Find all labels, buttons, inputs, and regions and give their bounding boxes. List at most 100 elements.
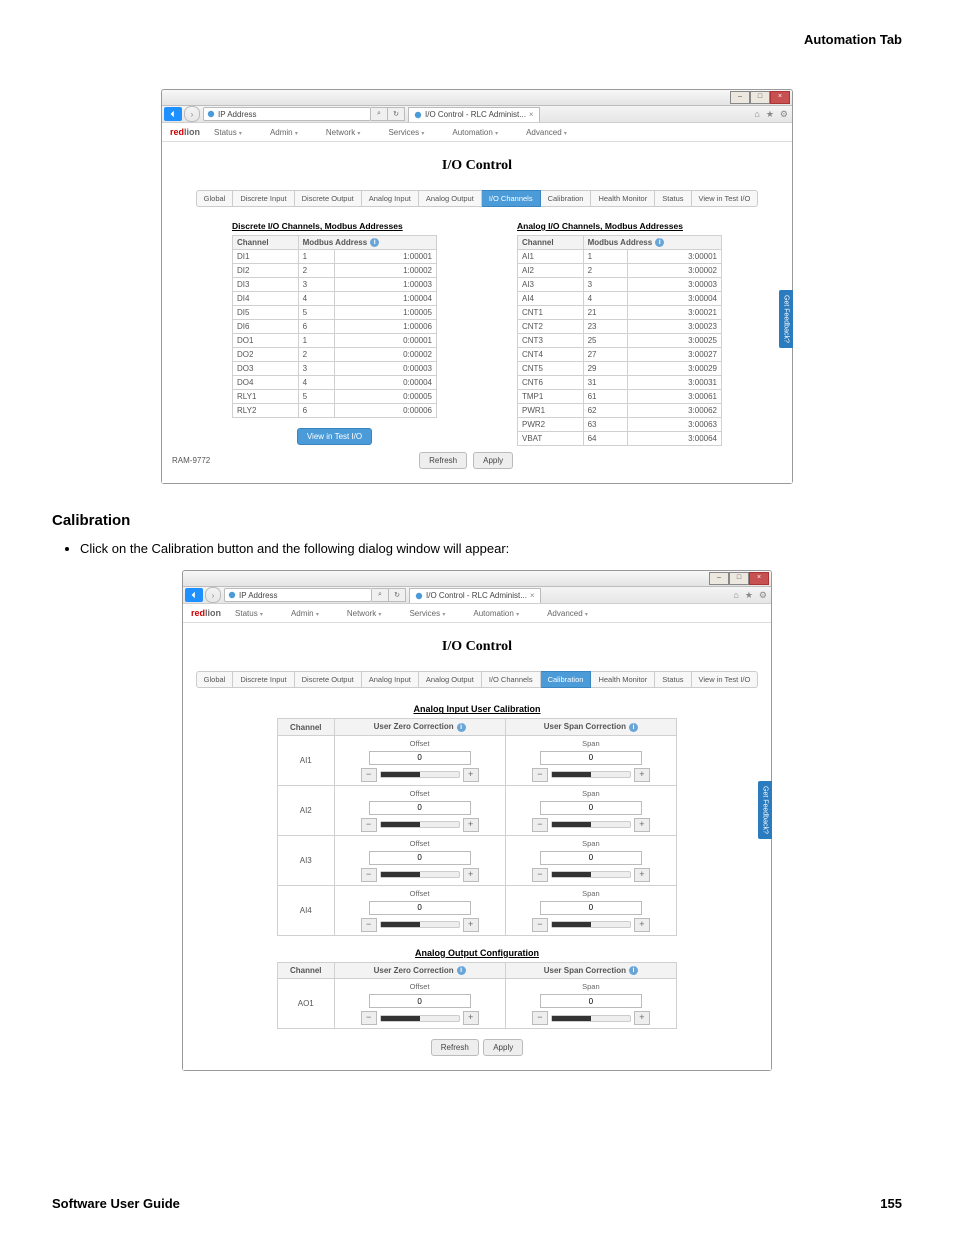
refresh-icon[interactable]: ↻ bbox=[388, 107, 405, 121]
slider-track[interactable] bbox=[380, 771, 460, 778]
subtab-status[interactable]: Status bbox=[655, 190, 691, 207]
menu-item[interactable]: Admin ▾ bbox=[270, 128, 298, 137]
menu-item[interactable]: Automation ▾ bbox=[452, 128, 498, 137]
subtab-view-in-test-i-o[interactable]: View in Test I/O bbox=[692, 190, 759, 207]
view-in-test-io-button[interactable]: View in Test I/O bbox=[297, 428, 372, 445]
subtab-analog-output[interactable]: Analog Output bbox=[419, 671, 482, 688]
tab-close-icon[interactable]: × bbox=[529, 110, 534, 119]
minimize-button[interactable]: – bbox=[709, 572, 729, 585]
subtab-discrete-input[interactable]: Discrete Input bbox=[233, 190, 294, 207]
home-icon[interactable]: ⌂ bbox=[733, 590, 738, 601]
tab-close-icon[interactable]: × bbox=[530, 591, 535, 600]
tools-icon[interactable]: ⚙ bbox=[780, 109, 788, 120]
increment-button[interactable]: + bbox=[634, 868, 650, 882]
address-field[interactable]: IP Address bbox=[224, 588, 372, 602]
subtab-calibration[interactable]: Calibration bbox=[541, 190, 592, 207]
nav-forward-button[interactable]: › bbox=[184, 106, 200, 122]
increment-button[interactable]: + bbox=[463, 1011, 479, 1025]
cal-value-input[interactable] bbox=[369, 751, 471, 765]
subtab-calibration[interactable]: Calibration bbox=[541, 671, 592, 688]
subtab-discrete-output[interactable]: Discrete Output bbox=[295, 671, 362, 688]
subtab-i-o-channels[interactable]: I/O Channels bbox=[482, 190, 541, 207]
favorites-icon[interactable]: ★ bbox=[766, 109, 774, 120]
slider-track[interactable] bbox=[551, 871, 631, 878]
subtab-global[interactable]: Global bbox=[196, 190, 234, 207]
subtab-analog-input[interactable]: Analog Input bbox=[362, 190, 419, 207]
decrement-button[interactable]: − bbox=[532, 768, 548, 782]
slider-track[interactable] bbox=[380, 1015, 460, 1022]
menu-item[interactable]: Network ▾ bbox=[347, 609, 382, 618]
info-icon[interactable]: i bbox=[629, 966, 638, 975]
menu-item[interactable]: Automation ▾ bbox=[473, 609, 519, 618]
decrement-button[interactable]: − bbox=[532, 918, 548, 932]
subtab-status[interactable]: Status bbox=[655, 671, 691, 688]
slider-track[interactable] bbox=[551, 921, 631, 928]
cal-value-input[interactable] bbox=[540, 851, 642, 865]
info-icon[interactable]: i bbox=[655, 238, 664, 247]
decrement-button[interactable]: − bbox=[361, 768, 377, 782]
increment-button[interactable]: + bbox=[463, 818, 479, 832]
apply-button[interactable]: Apply bbox=[473, 452, 513, 469]
maximize-button[interactable]: □ bbox=[750, 91, 770, 104]
increment-button[interactable]: + bbox=[634, 818, 650, 832]
info-icon[interactable]: i bbox=[457, 966, 466, 975]
address-field[interactable]: IP Address bbox=[203, 107, 371, 121]
info-icon[interactable]: i bbox=[457, 723, 466, 732]
browser-tab[interactable]: I/O Control - RLC Administ... × bbox=[408, 107, 540, 122]
increment-button[interactable]: + bbox=[634, 1011, 650, 1025]
search-icon[interactable]: ⌕ bbox=[372, 588, 389, 602]
cal-value-input[interactable] bbox=[540, 901, 642, 915]
subtab-discrete-input[interactable]: Discrete Input bbox=[233, 671, 294, 688]
browser-tab[interactable]: I/O Control - RLC Administ... × bbox=[409, 588, 541, 603]
decrement-button[interactable]: − bbox=[361, 818, 377, 832]
slider-track[interactable] bbox=[551, 821, 631, 828]
cal-value-input[interactable] bbox=[369, 994, 471, 1008]
subtab-i-o-channels[interactable]: I/O Channels bbox=[482, 671, 541, 688]
decrement-button[interactable]: − bbox=[532, 1011, 548, 1025]
maximize-button[interactable]: □ bbox=[729, 572, 749, 585]
menu-item[interactable]: Admin ▾ bbox=[291, 609, 319, 618]
close-button[interactable]: × bbox=[770, 91, 790, 104]
refresh-icon[interactable]: ↻ bbox=[389, 588, 406, 602]
close-button[interactable]: × bbox=[749, 572, 769, 585]
increment-button[interactable]: + bbox=[634, 918, 650, 932]
slider-track[interactable] bbox=[380, 871, 460, 878]
feedback-tab[interactable]: Get Feedback? bbox=[779, 290, 793, 348]
apply-button[interactable]: Apply bbox=[483, 1039, 523, 1056]
refresh-button[interactable]: Refresh bbox=[419, 452, 467, 469]
subtab-view-in-test-i-o[interactable]: View in Test I/O bbox=[692, 671, 759, 688]
menu-item[interactable]: Services ▾ bbox=[409, 609, 445, 618]
nav-back-button[interactable] bbox=[185, 588, 203, 602]
slider-track[interactable] bbox=[380, 921, 460, 928]
cal-value-input[interactable] bbox=[540, 801, 642, 815]
subtab-global[interactable]: Global bbox=[196, 671, 234, 688]
menu-item[interactable]: Network ▾ bbox=[326, 128, 361, 137]
menu-item[interactable]: Advanced ▾ bbox=[526, 128, 567, 137]
cal-value-input[interactable] bbox=[369, 851, 471, 865]
minimize-button[interactable]: – bbox=[730, 91, 750, 104]
decrement-button[interactable]: − bbox=[361, 1011, 377, 1025]
cal-value-input[interactable] bbox=[369, 901, 471, 915]
decrement-button[interactable]: − bbox=[532, 868, 548, 882]
slider-track[interactable] bbox=[380, 821, 460, 828]
increment-button[interactable]: + bbox=[463, 768, 479, 782]
menu-item[interactable]: Status ▾ bbox=[235, 609, 263, 618]
nav-back-button[interactable] bbox=[164, 107, 182, 121]
decrement-button[interactable]: − bbox=[361, 868, 377, 882]
subtab-health-monitor[interactable]: Health Monitor bbox=[591, 190, 655, 207]
home-icon[interactable]: ⌂ bbox=[754, 109, 759, 120]
menu-item[interactable]: Status ▾ bbox=[214, 128, 242, 137]
feedback-tab[interactable]: Get Feedback? bbox=[758, 781, 772, 839]
info-icon[interactable]: i bbox=[629, 723, 638, 732]
slider-track[interactable] bbox=[551, 1015, 631, 1022]
subtab-analog-input[interactable]: Analog Input bbox=[362, 671, 419, 688]
cal-value-input[interactable] bbox=[540, 994, 642, 1008]
increment-button[interactable]: + bbox=[463, 868, 479, 882]
cal-value-input[interactable] bbox=[369, 801, 471, 815]
increment-button[interactable]: + bbox=[634, 768, 650, 782]
slider-track[interactable] bbox=[551, 771, 631, 778]
subtab-analog-output[interactable]: Analog Output bbox=[419, 190, 482, 207]
subtab-health-monitor[interactable]: Health Monitor bbox=[591, 671, 655, 688]
tools-icon[interactable]: ⚙ bbox=[759, 590, 767, 601]
subtab-discrete-output[interactable]: Discrete Output bbox=[295, 190, 362, 207]
